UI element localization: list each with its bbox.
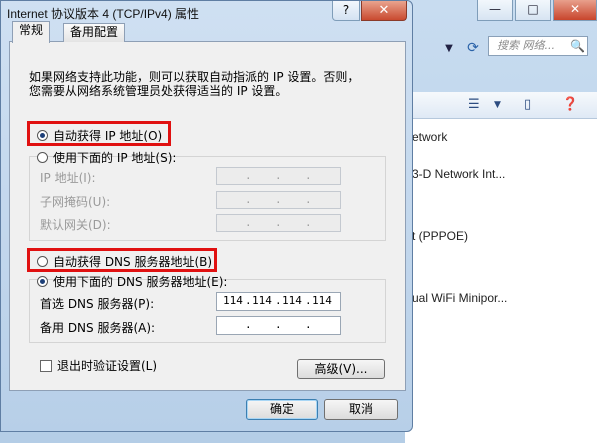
ip-auto-label: 自动获得 IP 地址(O) — [53, 129, 163, 143]
preferred-dns-label: 首选 DNS 服务器(P): — [40, 297, 155, 311]
preview-pane-icon[interactable]: ▯ — [524, 97, 531, 112]
dns-manual-label: 使用下面的 DNS 服务器地址(E): — [53, 275, 228, 289]
dialog-content: 如果网络支持此功能，则可以获取自动指派的 IP 设置。否则，您需要从网络系统管理… — [0, 0, 413, 432]
refresh-icon[interactable]: ⟳ — [460, 38, 486, 58]
help-icon[interactable]: ❓ — [562, 97, 578, 112]
ip-address-input[interactable]: ... — [216, 167, 341, 185]
radio-checked-icon[interactable] — [37, 276, 48, 287]
radio-unchecked-icon[interactable] — [37, 256, 48, 267]
preferred-dns-input[interactable]: 114 . 114 . 114 . 114 — [216, 292, 341, 311]
ok-button[interactable]: 确定 — [246, 399, 318, 420]
radio-unchecked-icon[interactable] — [37, 152, 48, 163]
default-gateway-label: 默认网关(D): — [40, 218, 111, 232]
validate-on-exit-label: 退出时验证设置(L) — [57, 359, 158, 373]
checkbox-unchecked-icon[interactable] — [40, 359, 52, 372]
list-item[interactable]: ual WiFi Minipor... — [412, 291, 507, 305]
ip-address-label: IP 地址(I): — [40, 171, 96, 185]
list-item[interactable]: t (PPPOE) — [412, 229, 468, 243]
cancel-button[interactable]: 取消 — [324, 399, 398, 420]
subnet-mask-input[interactable]: ... — [216, 191, 341, 209]
window-controls: — □ ✕ — [477, 0, 597, 21]
chevron-down-icon[interactable]: ▼ — [438, 40, 460, 58]
description-text: 如果网络支持此功能，则可以获取自动指派的 IP 设置。否则，您需要从网络系统管理… — [29, 70, 360, 98]
ip-manual-radio[interactable]: 使用下面的 IP 地址(S): — [37, 149, 176, 166]
list-item[interactable]: 3-D Network Int... — [412, 167, 505, 181]
search-icon[interactable]: 🔍 — [570, 39, 585, 53]
subnet-mask-label: 子网掩码(U): — [40, 195, 111, 209]
default-gateway-input[interactable]: ... — [216, 214, 341, 232]
maximize-button[interactable]: □ — [515, 0, 551, 21]
dns-auto-radio[interactable]: 自动获得 DNS 服务器地址(B) — [37, 253, 212, 270]
close-window-button[interactable]: ✕ — [553, 0, 597, 21]
validate-on-exit-checkbox[interactable]: 退出时验证设置(L) — [40, 357, 157, 374]
dns-auto-label: 自动获得 DNS 服务器地址(B) — [53, 255, 213, 269]
tab-general[interactable]: 常规 — [12, 21, 51, 43]
minimize-button[interactable]: — — [477, 0, 513, 21]
ip-auto-radio[interactable]: 自动获得 IP 地址(O) — [37, 127, 162, 144]
advanced-button[interactable]: 高级(V)... — [297, 359, 385, 379]
chevron-down-icon[interactable]: ▼ — [494, 100, 501, 110]
alternate-dns-input[interactable]: ... — [216, 316, 341, 335]
radio-checked-icon[interactable] — [37, 130, 48, 141]
view-options-icon[interactable]: ☰ — [468, 97, 480, 112]
ip-manual-label: 使用下面的 IP 地址(S): — [53, 151, 177, 165]
alternate-dns-label: 备用 DNS 服务器(A): — [40, 321, 156, 335]
dns-manual-radio[interactable]: 使用下面的 DNS 服务器地址(E): — [37, 273, 227, 290]
list-item[interactable]: etwork — [412, 130, 447, 144]
